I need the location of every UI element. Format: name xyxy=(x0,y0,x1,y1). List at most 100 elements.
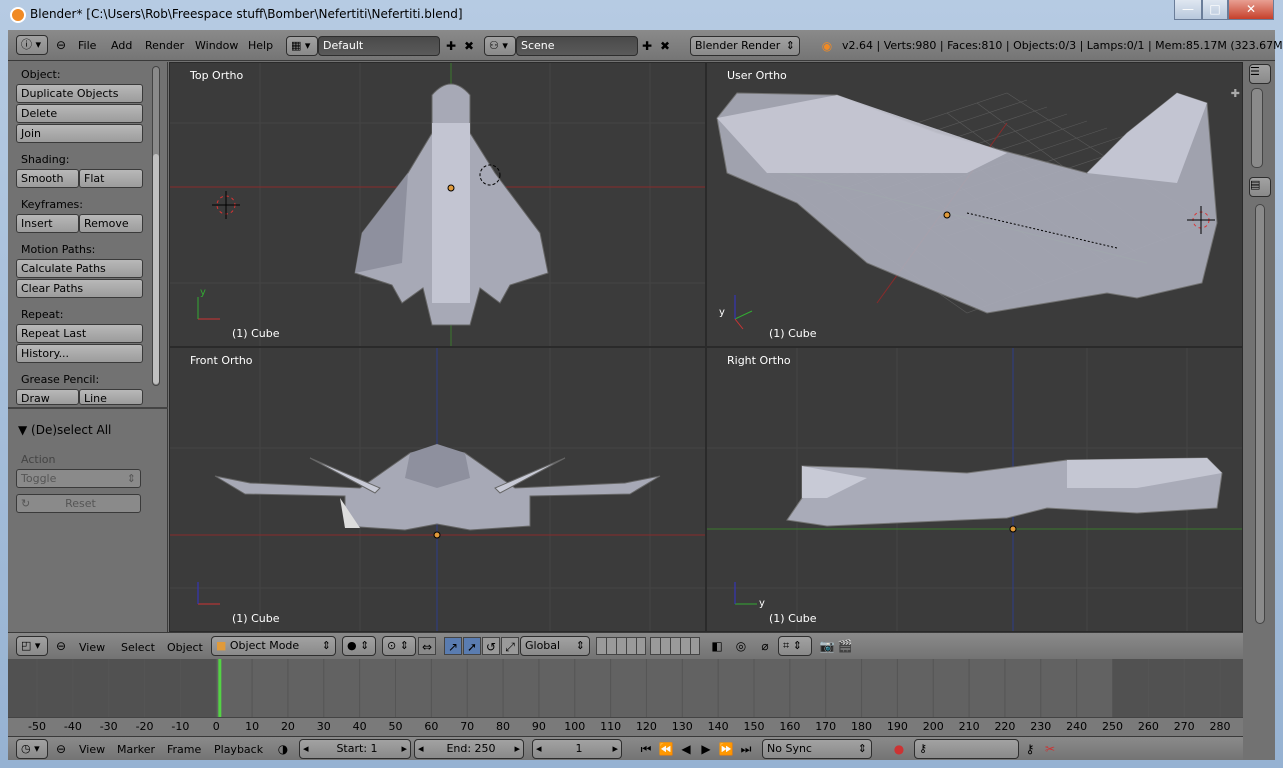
translate-manipulator-icon[interactable]: ↗ xyxy=(444,637,462,655)
add-layout-icon[interactable]: ✚ xyxy=(442,37,460,55)
collapse-menu-icon[interactable]: ⊖ xyxy=(52,740,70,758)
grease-line-button[interactable]: Line xyxy=(79,389,143,405)
menu-render[interactable]: Render xyxy=(145,39,184,52)
prev-keyframe-icon[interactable]: ⏪ xyxy=(657,740,675,758)
end-frame-field[interactable]: ◂ End: 250 ▸ xyxy=(414,739,524,759)
scene-layers-grid-2[interactable] xyxy=(650,637,700,655)
menu-frame[interactable]: Frame xyxy=(167,743,201,756)
play-icon[interactable]: ▶ xyxy=(697,740,715,758)
aircraft-front-view xyxy=(214,444,661,531)
current-frame-field[interactable]: ◂ 1 ▸ xyxy=(532,739,622,759)
operator-panel-title[interactable]: ▼ (De)select All xyxy=(18,423,111,437)
sync-mode-dropdown[interactable]: No Sync ⇕ xyxy=(762,739,872,759)
viewport-top-ortho[interactable]: y Top Ortho (1) Cube xyxy=(169,62,706,347)
duplicate-objects-button[interactable]: Duplicate Objects xyxy=(16,84,143,103)
render-animation-icon[interactable]: 🎬 xyxy=(836,637,854,655)
scene-name-field[interactable]: Scene xyxy=(516,36,638,56)
clear-paths-button[interactable]: Clear Paths xyxy=(16,279,143,298)
move-manipulator-icon[interactable]: ➚ xyxy=(463,637,481,655)
viewport-front-ortho[interactable]: Front Ortho (1) Cube xyxy=(169,347,706,632)
timeline-tick-label: 260 xyxy=(1137,720,1159,733)
menu-view[interactable]: View xyxy=(79,743,105,756)
maximize-button[interactable]: □ xyxy=(1202,0,1228,20)
scale-manipulator-icon[interactable]: ⤢ xyxy=(501,637,519,655)
operator-panel-divider[interactable] xyxy=(8,407,168,409)
menu-help[interactable]: Help xyxy=(248,39,273,52)
editor-type-timeline-button[interactable]: ◷ ▾ xyxy=(16,739,48,759)
timeline[interactable]: -50 -40 -30 -20 -10 0 10 20 30 40 50 60 70 80 90 100 110… xyxy=(8,659,1243,736)
properties-scrollbar[interactable] xyxy=(1255,204,1265,624)
collapse-menu-icon[interactable]: ⊖ xyxy=(52,637,70,655)
render-engine-dropdown[interactable]: Blender Render ⇕ xyxy=(690,36,800,56)
action-dropdown[interactable]: Toggle ⇕ xyxy=(16,469,141,488)
close-button[interactable]: ✕ xyxy=(1228,0,1274,20)
timeline-after-range xyxy=(1112,659,1243,717)
calculate-paths-button[interactable]: Calculate Paths xyxy=(16,259,143,278)
menu-window[interactable]: Window xyxy=(195,39,238,52)
manipulator-toggle-icon[interactable]: ⇔ xyxy=(418,637,436,655)
timeline-tick-label: -30 xyxy=(99,720,118,733)
scene-icon: ⚇ ▾ xyxy=(489,39,508,52)
scene-layers-grid-1[interactable] xyxy=(596,637,646,655)
jump-end-icon[interactable]: ⏭ xyxy=(737,740,755,758)
decrement-icon: ◂ xyxy=(418,742,424,755)
layout-name-field[interactable]: Default xyxy=(318,36,440,56)
snap-toggle-icon[interactable]: ⌀ xyxy=(756,637,774,655)
scrollbar-thumb[interactable] xyxy=(153,154,159,384)
viewport-shading-dropdown[interactable]: ● ⇕ xyxy=(342,636,376,656)
collapse-menu-icon[interactable]: ⊖ xyxy=(52,36,70,54)
timeline-ruler[interactable]: -50 -40 -30 -20 -10 0 10 20 30 40 50 60 70 80 90 100 110… xyxy=(8,717,1243,736)
editor-type-3dview-button[interactable]: ◰ ▾ xyxy=(16,636,48,656)
render-still-icon[interactable]: 📷 xyxy=(818,637,836,655)
screen-layout-selector[interactable]: ▦ ▾ xyxy=(286,36,318,56)
delete-keyframe-icon[interactable]: ✂ xyxy=(1041,740,1059,758)
properties-editor-button[interactable]: ▤ xyxy=(1249,177,1271,197)
keying-set-field[interactable]: ⚷ xyxy=(914,739,1019,759)
interaction-mode-dropdown[interactable]: ■ Object Mode ⇕ xyxy=(211,636,336,656)
remove-keyframe-button[interactable]: Remove xyxy=(79,214,143,233)
next-keyframe-icon[interactable]: ⏩ xyxy=(717,740,735,758)
pivot-point-dropdown[interactable]: ⊙ ⇕ xyxy=(382,636,416,656)
lock-camera-icon[interactable]: ◧ xyxy=(708,637,726,655)
reset-button[interactable]: ↻ Reset xyxy=(16,494,141,513)
add-scene-icon[interactable]: ✚ xyxy=(638,37,656,55)
transform-orientation-dropdown[interactable]: Global ⇕ xyxy=(520,636,590,656)
rotate-manipulator-icon[interactable]: ↺ xyxy=(482,637,500,655)
viewport-right-ortho[interactable]: y Right Ortho (1) Cube xyxy=(706,347,1243,632)
start-frame-field[interactable]: ◂ Start: 1 ▸ xyxy=(299,739,411,759)
menu-marker[interactable]: Marker xyxy=(117,743,155,756)
scene-selector[interactable]: ⚇ ▾ xyxy=(484,36,516,56)
insert-keyframe-icon[interactable]: ⚷ xyxy=(1021,740,1039,758)
join-button[interactable]: Join xyxy=(16,124,143,143)
auto-keyframe-record-icon[interactable]: ● xyxy=(890,740,908,758)
timeline-tick-label: 90 xyxy=(531,720,546,733)
smooth-button[interactable]: Smooth xyxy=(16,169,79,188)
outliner-scrollbar[interactable] xyxy=(1251,88,1263,168)
snap-element-dropdown[interactable]: ⌗ ⇕ xyxy=(778,636,812,656)
remove-scene-icon[interactable]: ✖ xyxy=(656,37,674,55)
jump-start-icon[interactable]: ⏮ xyxy=(637,740,655,758)
menu-file[interactable]: File xyxy=(78,39,96,52)
minimize-button[interactable]: — xyxy=(1174,0,1202,20)
history-button[interactable]: History... xyxy=(16,344,143,363)
preview-range-icon[interactable]: ◑ xyxy=(274,740,292,758)
menu-object[interactable]: Object xyxy=(167,641,203,654)
play-reverse-icon[interactable]: ◀ xyxy=(677,740,695,758)
repeat-last-button[interactable]: Repeat Last xyxy=(16,324,143,343)
editor-type-info-button[interactable]: ⓘ ▾ xyxy=(16,35,48,55)
viewport-user-ortho[interactable]: y User Ortho (1) Cube ✚ xyxy=(706,62,1243,347)
grease-draw-button[interactable]: Draw xyxy=(16,389,79,405)
flat-button[interactable]: Flat xyxy=(79,169,143,188)
viewport-split-widget[interactable]: ✚ xyxy=(1231,87,1240,100)
insert-keyframe-button[interactable]: Insert xyxy=(16,214,79,233)
menu-view[interactable]: View xyxy=(79,641,105,654)
remove-layout-icon[interactable]: ✖ xyxy=(460,37,478,55)
outliner-editor-button[interactable]: ☰ xyxy=(1249,64,1271,84)
svg-text:y: y xyxy=(719,307,725,318)
proportional-edit-icon[interactable]: ◎ xyxy=(732,637,750,655)
menu-playback[interactable]: Playback xyxy=(214,743,263,756)
menu-add[interactable]: Add xyxy=(111,39,132,52)
menu-select[interactable]: Select xyxy=(121,641,155,654)
delete-button[interactable]: Delete xyxy=(16,104,143,123)
timeline-track[interactable] xyxy=(8,659,1243,717)
